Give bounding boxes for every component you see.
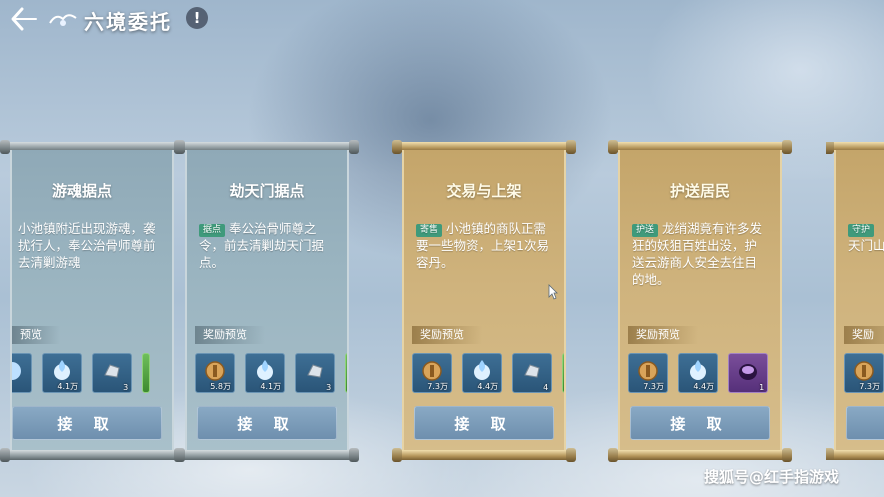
- reward-item[interactable]: 1: [728, 353, 769, 393]
- mouse-cursor-icon: [548, 284, 558, 300]
- reward-item[interactable]: [12, 353, 32, 393]
- card-description: 守护天门山，前去共: [848, 224, 884, 253]
- reward-item[interactable]: 4.4万: [678, 353, 719, 393]
- purple-gem-icon: [739, 364, 758, 380]
- info-button[interactable]: !: [186, 7, 208, 29]
- quest-card-1[interactable]: 游魂据点 小池镇附近出现游魂，袭扰行人，奉公治骨师尊前去清剿游魂 预览 4.1万…: [2, 142, 182, 460]
- reward-item[interactable]: 5.8万: [195, 353, 235, 393]
- scroll-paper: 游魂据点 小池镇附近出现游魂，袭扰行人，奉公治骨师尊前去清剿游魂 预览 4.1万…: [10, 150, 174, 452]
- item-quantity: 3: [326, 383, 332, 392]
- item-quantity: 4: [543, 383, 549, 392]
- accept-button[interactable]: 接 取: [414, 406, 554, 440]
- reward-item[interactable]: 7.3万: [844, 353, 884, 393]
- scroll-rod-bottom: [2, 450, 182, 460]
- card-title: 劫天门据点: [229, 182, 305, 200]
- scroll-rod-bottom: [610, 450, 790, 460]
- back-button[interactable]: [8, 6, 38, 32]
- card-description: 小池镇附近出现游魂，袭扰行人，奉公治骨师尊前去清剿游魂: [18, 221, 156, 270]
- reward-items: 7.3万 4.4万 1: [628, 353, 773, 395]
- card-title: 交易与上架: [446, 182, 522, 200]
- silver-ore-icon: [307, 364, 323, 378]
- reward-item-partial: [345, 353, 347, 393]
- quest-card-3[interactable]: 交易与上架 寄售 小池镇的商队正需要一些物资，上架1次易容丹。 奖励预览 7.3万…: [394, 142, 574, 460]
- quest-tag: 守护: [848, 224, 875, 237]
- reward-item[interactable]: 7.3万: [412, 353, 452, 393]
- quest-card-2[interactable]: 劫天门据点 据点 奉公治骨师尊之令，前去清剿劫天门据点。 奖励预览 5.8万 4.…: [177, 142, 357, 460]
- item-quantity: 4.4万: [693, 382, 715, 391]
- card-description: 寄售 小池镇的商队正需要一些物资，上架1次易容丹。: [416, 221, 549, 270]
- reward-item[interactable]: 4: [512, 353, 553, 393]
- orb-icon: [12, 362, 21, 380]
- reward-item-partial: [562, 353, 564, 393]
- item-quantity: 4.1万: [260, 382, 282, 391]
- item-quantity: 4.4万: [477, 382, 499, 391]
- accept-button[interactable]: 接 取: [12, 406, 162, 440]
- reward-preview-label: 预览: [12, 326, 60, 344]
- scroll-paper: 劫天门据点 据点 奉公治骨师尊之令，前去清剿劫天门据点。 奖励预览 5.8万 4.…: [185, 150, 349, 452]
- reward-item-partial: [142, 353, 151, 393]
- item-quantity: 1: [759, 383, 765, 392]
- accept-button[interactable]: 接 取: [630, 406, 770, 440]
- reward-item[interactable]: 3: [295, 353, 336, 393]
- scroll-rod-bottom: [177, 450, 357, 460]
- cloud-ornament-icon: [49, 14, 77, 26]
- quest-tag: 据点: [199, 224, 226, 237]
- reward-item[interactable]: 3: [92, 353, 133, 393]
- item-quantity: 5.8万: [210, 382, 231, 391]
- reward-preview-label: 奖励预览: [628, 326, 698, 344]
- reward-preview-label: 奖励预览: [195, 326, 265, 344]
- silver-ore-icon: [104, 364, 120, 378]
- quest-card-5[interactable]: 守护天门山，前去共 奖励 7.3万 接 取: [826, 142, 884, 460]
- reward-item[interactable]: 4.4万: [462, 353, 503, 393]
- scroll-rod-bottom: [394, 450, 574, 460]
- scroll-paper: 交易与上架 寄售 小池镇的商队正需要一些物资，上架1次易容丹。 奖励预览 7.3万…: [402, 150, 566, 452]
- card-title: 游魂据点: [51, 182, 112, 200]
- card-title: 护送居民: [669, 182, 730, 200]
- quest-card-4[interactable]: 护送居民 护送 龙绡湖竟有许多发狂的妖狙百姓出没，护送云游商人安全去往目的地。 奖…: [610, 142, 790, 460]
- scroll-paper: 守护天门山，前去共 奖励 7.3万 接 取: [834, 150, 884, 452]
- top-bar: 六境委托 !: [0, 0, 884, 40]
- watermark-text: 搜狐号@红手指游戏: [704, 468, 840, 486]
- reward-item[interactable]: 7.3万: [628, 353, 668, 393]
- reward-items: 5.8万 4.1万 3: [195, 353, 347, 395]
- reward-item[interactable]: 4.1万: [245, 353, 286, 393]
- reward-item[interactable]: 4.1万: [42, 353, 83, 393]
- reward-items: 4.1万 3: [12, 353, 155, 395]
- quest-tag: 护送: [632, 224, 659, 237]
- scroll-paper: 护送居民 护送 龙绡湖竟有许多发狂的妖狙百姓出没，护送云游商人安全去往目的地。 奖…: [618, 150, 782, 452]
- silver-ore-icon: [524, 364, 540, 378]
- item-quantity: 3: [123, 383, 129, 392]
- reward-preview-label: 奖励: [844, 326, 884, 344]
- item-quantity: 7.3万: [427, 382, 448, 391]
- quest-tag: 寄售: [416, 224, 443, 237]
- accept-button[interactable]: 接 取: [846, 406, 884, 440]
- reward-preview-label: 奖励预览: [412, 326, 482, 344]
- card-description: 据点 奉公治骨师尊之令，前去清剿劫天门据点。: [199, 221, 325, 270]
- reward-items: 7.3万: [844, 353, 884, 395]
- scroll-rod-bottom: [826, 450, 884, 460]
- card-description: 护送 龙绡湖竟有许多发狂的妖狙百姓出没，护送云游商人安全去往目的地。: [632, 221, 763, 287]
- item-quantity: 4.1万: [57, 382, 79, 391]
- page-title: 六境委托: [84, 10, 172, 34]
- back-arrow-icon: [11, 7, 37, 31]
- item-quantity: 7.3万: [859, 382, 880, 391]
- accept-button[interactable]: 接 取: [197, 406, 337, 440]
- reward-items: 7.3万 4.4万 4: [412, 353, 564, 395]
- item-quantity: 7.3万: [643, 382, 664, 391]
